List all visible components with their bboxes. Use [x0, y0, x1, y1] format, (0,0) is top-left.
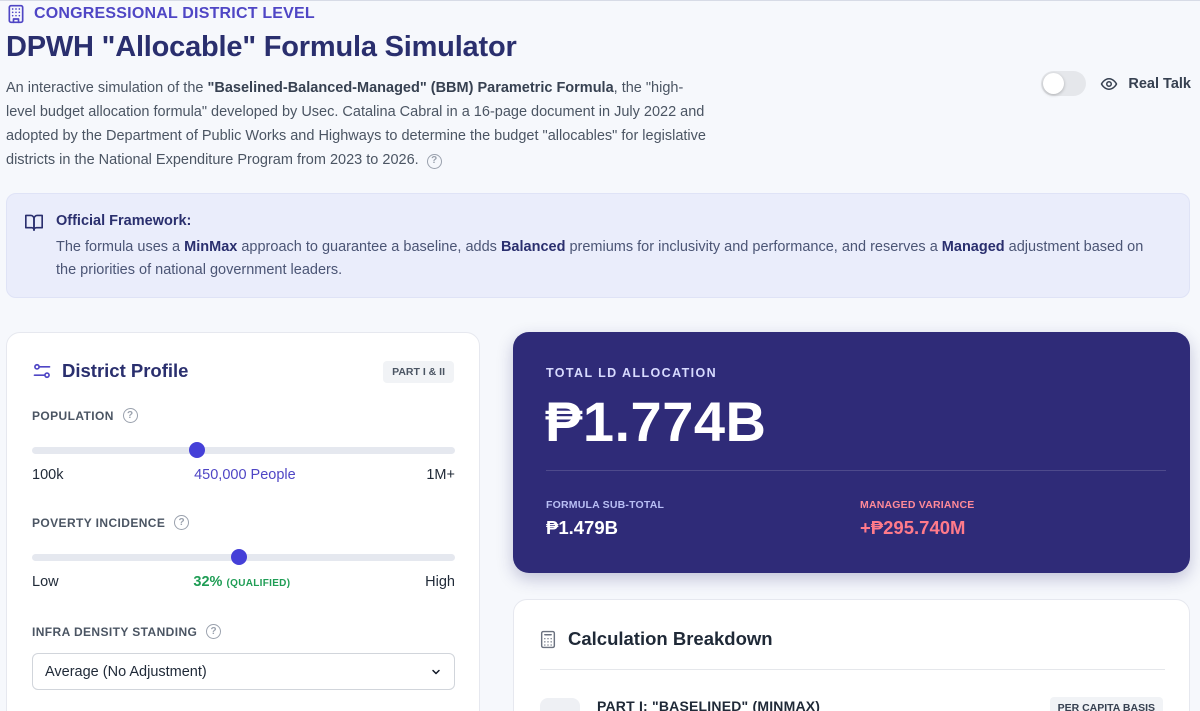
population-slider[interactable] [32, 442, 455, 458]
variance-label: MANAGED VARIANCE [860, 499, 975, 511]
population-label-text: POPULATION [32, 408, 114, 423]
description-text: An interactive simulation of the [6, 80, 208, 96]
total-divider [546, 470, 1166, 471]
poverty-slider[interactable] [32, 549, 455, 565]
breakdown-divider [540, 669, 1165, 670]
poverty-label: POVERTY INCIDENCE? [32, 515, 190, 530]
population-max: 1M+ [426, 467, 455, 483]
page-title: DPWH "Allocable" Formula Simulator [6, 31, 517, 63]
population-label: POPULATION? [32, 408, 138, 423]
toggle-knob [1043, 73, 1065, 94]
poverty-value: 32% (QUALIFIED) [193, 574, 290, 590]
total-label: TOTAL LD ALLOCATION [546, 366, 718, 380]
real-talk-toggle-group: Real Talk [1041, 71, 1191, 96]
population-slider-thumb[interactable] [188, 442, 205, 458]
variance-value: +₱295.740M [860, 517, 966, 538]
infra-label: INFRA DENSITY STANDING? [32, 624, 222, 639]
help-icon[interactable]: ? [206, 624, 222, 639]
total-allocation-card: TOTAL LD ALLOCATION ₱1.774B FORMULA SUB-… [513, 332, 1190, 573]
per-capita-badge: PER CAPITA BASIS [1049, 697, 1163, 711]
framework-text: approach to guarantee a baseline, adds [237, 239, 501, 255]
infra-density-select[interactable]: Average (No Adjustment) [32, 653, 455, 690]
district-profile-title-text: District Profile [62, 360, 189, 381]
population-scale: 100k 450,000 People 1M+ [32, 467, 455, 483]
help-icon[interactable]: ? [174, 515, 190, 530]
poverty-scale: Low 32% (QUALIFIED) High [32, 574, 455, 590]
population-min: 100k [32, 467, 64, 483]
poverty-qualifier: (QUALIFIED) [226, 578, 291, 589]
building-icon [8, 4, 24, 24]
framework-term-balanced: Balanced [500, 239, 566, 255]
framework-text: The formula uses a [56, 239, 185, 255]
poverty-slider-thumb[interactable] [231, 549, 248, 565]
help-icon[interactable]: ? [426, 153, 442, 169]
chevron-down-icon [432, 669, 440, 674]
book-open-icon [24, 214, 43, 231]
real-talk-toggle[interactable] [1041, 71, 1087, 96]
calculator-icon [540, 630, 556, 648]
framework-term-minmax: MinMax [184, 239, 238, 255]
district-profile-card: District Profile PART I & II POPULATION?… [6, 332, 480, 711]
calculation-breakdown-card: Calculation Breakdown PART I: "BASELINED… [513, 599, 1190, 711]
infra-label-text: INFRA DENSITY STANDING [32, 624, 198, 639]
framework-title: Official Framework: [56, 213, 192, 229]
framework-body: The formula uses a MinMax approach to gu… [56, 236, 1166, 282]
breakdown-title: Calculation Breakdown [540, 628, 773, 650]
eyebrow-label: CONGRESSIONAL DISTRICT LEVEL [34, 5, 315, 22]
part1-title: PART I: "BASELINED" (MINMAX) [597, 698, 821, 711]
poverty-percent: 32% [193, 574, 223, 590]
framework-text: premiums for inclusivity and performance… [565, 239, 942, 255]
help-icon[interactable]: ? [122, 408, 138, 423]
total-value: ₱1.774B [545, 390, 767, 453]
real-talk-label[interactable]: Real Talk [1128, 76, 1191, 92]
sliders-icon [33, 363, 51, 379]
poverty-min: Low [32, 574, 59, 590]
eyebrow: CONGRESSIONAL DISTRICT LEVEL [6, 4, 315, 24]
framework-callout: Official Framework: The formula uses a M… [6, 193, 1190, 298]
population-value: 450,000 People [194, 467, 296, 483]
part-badge: PART I & II [383, 361, 454, 383]
description-emphasis: "Baselined-Balanced-Managed" (BBM) Param… [207, 80, 614, 96]
page-description: An interactive simulation of the "Baseli… [6, 76, 706, 172]
district-profile-title: District Profile [32, 360, 188, 382]
breakdown-title-text: Calculation Breakdown [568, 628, 773, 649]
eye-icon [1101, 77, 1118, 90]
subtotal-label: FORMULA SUB-TOTAL [546, 499, 665, 511]
poverty-label-text: POVERTY INCIDENCE [32, 515, 166, 530]
subtotal-value: ₱1.479B [546, 517, 618, 538]
part-number-pill [540, 698, 580, 711]
framework-term-managed: Managed [941, 239, 1005, 255]
infra-density-selected: Average (No Adjustment) [45, 663, 207, 680]
poverty-max: High [425, 574, 455, 590]
top-border [0, 0, 1200, 1]
